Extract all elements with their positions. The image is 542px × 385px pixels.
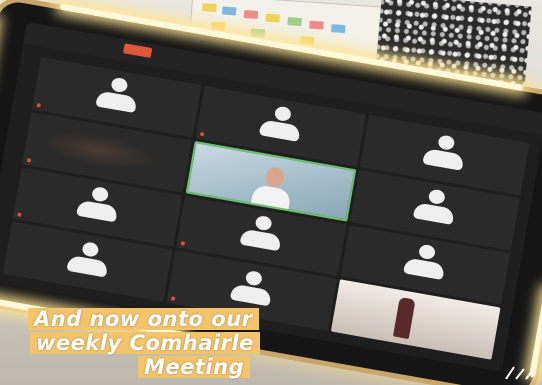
caption-line-3: Meeting xyxy=(138,356,251,378)
mic-muted-icon xyxy=(180,241,186,247)
avatar-icon xyxy=(71,183,124,225)
mic-muted-icon xyxy=(36,102,42,108)
avatar-icon xyxy=(91,74,144,116)
story-caption: And now onto our weekly Comhairle Meetin… xyxy=(18,308,418,380)
scribble-mark xyxy=(505,366,533,380)
mic-muted-icon xyxy=(200,131,205,137)
avatar-icon xyxy=(62,238,115,280)
mic-muted-icon xyxy=(171,296,176,301)
avatar-icon xyxy=(235,212,288,254)
avatar-icon xyxy=(226,267,279,309)
leave-button[interactable] xyxy=(122,43,153,59)
photo-scene: And now onto our weekly Comhairle Meetin… xyxy=(0,0,542,385)
avatar-icon xyxy=(255,103,308,145)
mic-muted-icon xyxy=(17,212,22,218)
caption-line-2: weekly Comhairle xyxy=(30,332,260,354)
caption-line-1: And now onto our xyxy=(28,308,259,330)
avatar-icon xyxy=(399,241,452,283)
avatar-icon xyxy=(409,186,462,228)
avatar-icon xyxy=(418,131,471,173)
mic-muted-icon xyxy=(26,157,32,163)
